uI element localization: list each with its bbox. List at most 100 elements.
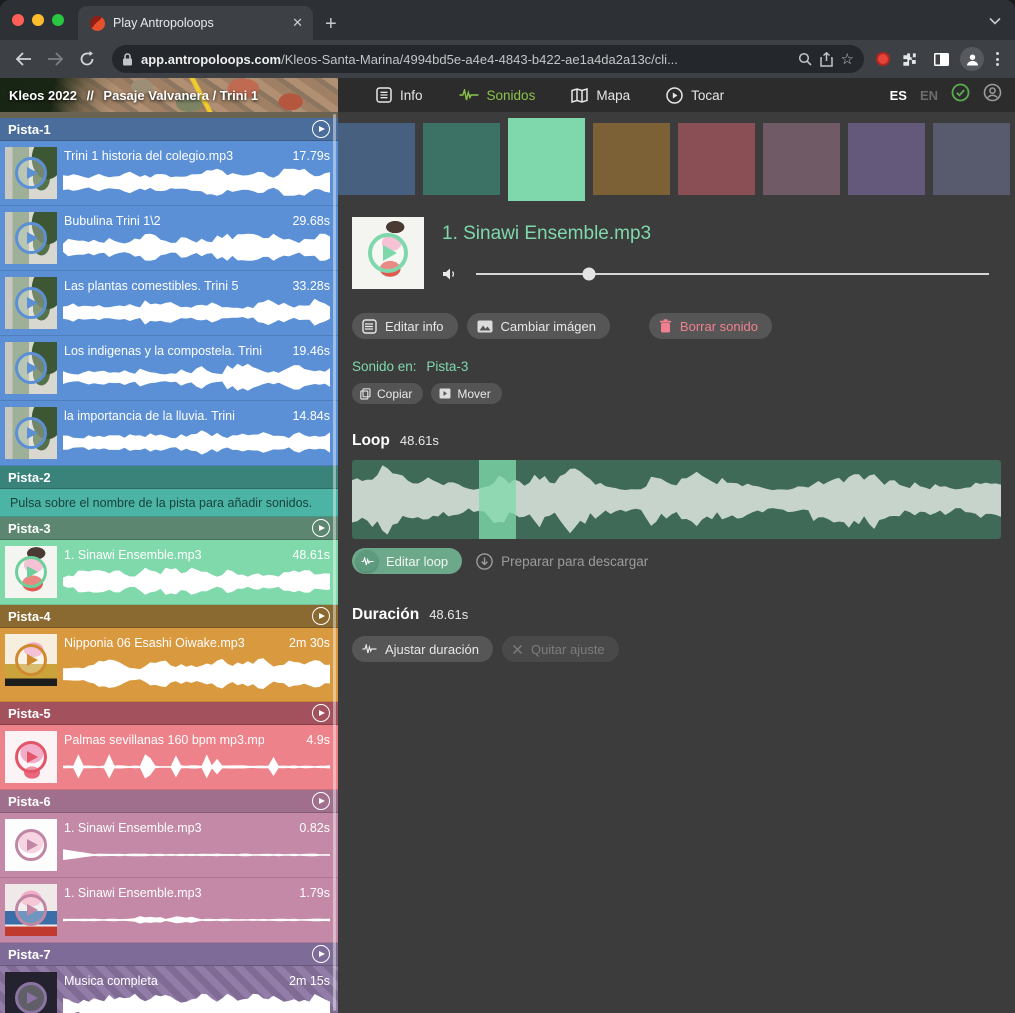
track-play-button[interactable] [312, 519, 330, 537]
nav-item-sonidos[interactable]: Sonidos [459, 88, 536, 103]
minimize-window-button[interactable] [32, 14, 44, 26]
volume-slider-knob[interactable] [582, 268, 595, 281]
copy-button[interactable]: Copiar [352, 383, 423, 404]
track-header-pista-7[interactable]: Pista-7 [0, 943, 338, 966]
zoom-page-icon[interactable] [798, 52, 812, 66]
play-overlay-icon[interactable] [15, 982, 47, 1013]
play-overlay-icon[interactable] [368, 233, 408, 273]
track-header-pista-5[interactable]: Pista-5 [0, 702, 338, 725]
nav-item-mapa[interactable]: Mapa [571, 88, 630, 103]
browser-menu-button[interactable] [990, 52, 1005, 66]
track-play-button[interactable] [312, 945, 330, 963]
play-overlay-icon[interactable] [15, 644, 47, 676]
track-swatch-4[interactable] [593, 123, 670, 195]
profile-avatar[interactable] [960, 47, 984, 71]
track-play-button[interactable] [312, 792, 330, 810]
clip-item[interactable]: Trini 1 historia del colegio.mp317.79s [0, 141, 338, 206]
clip-item[interactable]: Musica completa2m 15s [0, 966, 338, 1013]
zoom-window-button[interactable] [52, 14, 64, 26]
account-icon[interactable] [983, 83, 1002, 107]
volume-slider[interactable] [476, 273, 989, 275]
clip-thumbnail[interactable] [5, 546, 57, 598]
nav-item-info[interactable]: Info [376, 87, 423, 103]
lang-es-button[interactable]: ES [890, 88, 907, 103]
clip-thumbnail[interactable] [5, 342, 57, 394]
clip-item[interactable]: 1. Sinawi Ensemble.mp348.61s [0, 540, 338, 605]
track-header-pista-6[interactable]: Pista-6 [0, 790, 338, 813]
map-preview[interactable]: Kleos 2022 // Pasaje Valvanera / Trini 1 [0, 78, 338, 112]
clip-item[interactable]: Los indigenas y la compostela. Trini19.4… [0, 336, 338, 401]
move-button[interactable]: Mover [431, 383, 501, 404]
clip-thumbnail[interactable] [5, 884, 57, 936]
clip-item[interactable]: Bubulina Trini 1\229.68s [0, 206, 338, 271]
track-play-button[interactable] [312, 704, 330, 722]
clip-item[interactable]: Palmas sevillanas 160 bpm mp3.mp34.9s [0, 725, 338, 790]
loop-waveform[interactable] [352, 460, 1001, 539]
play-overlay-icon[interactable] [15, 556, 47, 588]
breadcrumb-page[interactable]: Pasaje Valvanera / Trini 1 [103, 88, 258, 103]
close-window-button[interactable] [12, 14, 24, 26]
clip-item[interactable]: Las plantas comestibles. Trini 533.28s [0, 271, 338, 336]
forward-button[interactable] [42, 46, 68, 72]
loop-playhead-band[interactable] [479, 460, 516, 539]
browser-tab[interactable]: Play Antropoloops ✕ [78, 6, 313, 40]
delete-sound-button[interactable]: Borrar sonido [649, 313, 772, 339]
sound-in-track-link[interactable]: Pista-3 [426, 359, 468, 374]
track-swatch-5[interactable] [678, 123, 755, 195]
clip-thumbnail[interactable] [5, 277, 57, 329]
back-button[interactable] [10, 46, 36, 72]
track-swatch-2[interactable] [423, 123, 500, 195]
recording-extension-icon[interactable] [876, 52, 890, 66]
breadcrumb-project[interactable]: Kleos 2022 [9, 88, 77, 103]
track-swatch-6[interactable] [763, 123, 840, 195]
bookmark-star-icon[interactable]: ☆ [841, 50, 854, 68]
lang-en-button[interactable]: EN [920, 88, 938, 103]
reload-button[interactable] [74, 46, 100, 72]
track-swatch-7[interactable] [848, 123, 925, 195]
share-icon[interactable] [820, 52, 833, 67]
track-play-button[interactable] [312, 607, 330, 625]
play-overlay-icon[interactable] [15, 352, 47, 384]
clip-thumbnail[interactable] [5, 407, 57, 459]
sidebar-scrollbar[interactable] [333, 114, 336, 1011]
track-play-button[interactable] [312, 120, 330, 138]
tab-search-chevron-icon[interactable] [989, 12, 1001, 30]
edit-loop-button[interactable]: Editar loop [352, 548, 462, 574]
adjust-duration-button[interactable]: Ajustar duración [352, 636, 493, 662]
clip-item[interactable]: Nipponia 06 Esashi Oiwake.mp32m 30s [0, 628, 338, 702]
clip-thumbnail[interactable] [5, 972, 57, 1013]
new-tab-button[interactable]: + [325, 14, 337, 34]
prepare-download-button[interactable]: Preparar para descargar [476, 553, 648, 570]
track-header-pista-4[interactable]: Pista-4 [0, 605, 338, 628]
play-overlay-icon[interactable] [15, 894, 47, 926]
clip-item[interactable]: 1. Sinawi Ensemble.mp31.79s [0, 878, 338, 943]
extensions-puzzle-icon[interactable] [896, 46, 922, 72]
play-overlay-icon[interactable] [15, 417, 47, 449]
play-overlay-icon[interactable] [15, 829, 47, 861]
side-panel-icon[interactable] [928, 46, 954, 72]
nav-item-tocar[interactable]: Tocar [666, 87, 724, 104]
track-header-pista-1[interactable]: Pista-1 [0, 118, 338, 141]
track-swatch-8[interactable] [933, 123, 1010, 195]
play-overlay-icon[interactable] [15, 157, 47, 189]
tab-close-icon[interactable]: ✕ [292, 15, 303, 31]
clip-thumbnail[interactable] [5, 819, 57, 871]
remove-adjust-button[interactable]: Quitar ajuste [502, 636, 619, 662]
edit-info-button[interactable]: Editar info [352, 313, 458, 339]
clip-item[interactable]: la importancia de la lluvia. Trini14.84s [0, 401, 338, 466]
clip-thumbnail[interactable] [5, 212, 57, 264]
clip-item[interactable]: 1. Sinawi Ensemble.mp30.82s [0, 813, 338, 878]
clip-thumbnail[interactable] [5, 147, 57, 199]
clip-thumbnail[interactable] [5, 731, 57, 783]
change-image-button[interactable]: Cambiar imágen [467, 313, 610, 339]
sync-check-icon[interactable] [951, 83, 970, 107]
track-header-pista-3[interactable]: Pista-3 [0, 517, 338, 540]
sound-thumbnail[interactable] [352, 217, 424, 289]
track-header-pista-2[interactable]: Pista-2 [0, 466, 338, 489]
clip-thumbnail[interactable] [5, 634, 57, 686]
play-overlay-icon[interactable] [15, 741, 47, 773]
play-overlay-icon[interactable] [15, 287, 47, 319]
track-swatch-3[interactable] [508, 118, 585, 201]
track-swatch-1[interactable] [338, 123, 415, 195]
play-overlay-icon[interactable] [15, 222, 47, 254]
